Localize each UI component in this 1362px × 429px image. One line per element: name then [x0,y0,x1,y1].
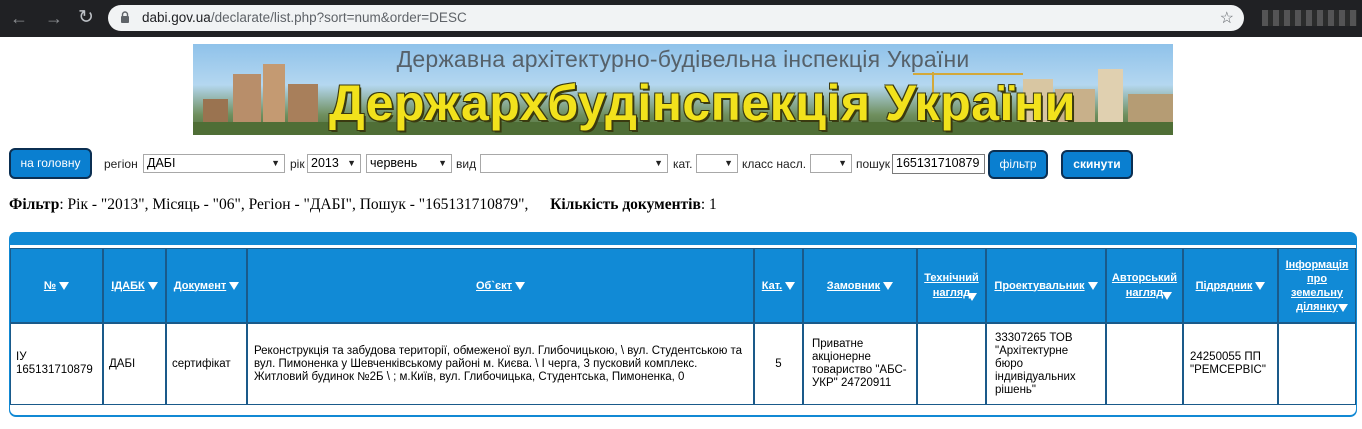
sort-arrow-icon[interactable] [785,281,796,290]
sort-arrow-icon[interactable] [229,281,240,290]
col-header-object[interactable]: Об`єкт [247,248,754,323]
sort-arrow-icon[interactable] [514,281,525,290]
col-header-idabk[interactable]: ІДАБК [103,248,166,323]
region-select-value: ДАБІ [147,156,176,170]
sort-arrow-icon[interactable] [59,281,70,290]
home-button[interactable]: на головну [9,148,92,179]
banner-title: Держархбудінспекція України [329,75,1077,131]
cell-category: 5 [754,323,803,405]
type-select[interactable]: ▼ [480,154,668,173]
cell-land-info [1278,323,1356,405]
type-label: вид [456,157,477,171]
filter-summary-text: : Рік - "2013", Місяць - "06", Регіон - … [59,196,529,213]
url-path: /declarate/list.php?sort=num&order=DESC [210,10,467,25]
sort-arrow-icon[interactable] [967,293,977,301]
col-header-document-label[interactable]: Документ [174,280,226,292]
results-table: № ІДАБК Документ Об`єкт Кат. Замовник Те… [9,232,1357,417]
col-header-customer-label[interactable]: Замовник [827,280,880,292]
sort-arrow-icon[interactable] [147,281,158,290]
url-text: dabi.gov.ua/declarate/list.php?sort=num&… [142,10,467,25]
col-header-customer[interactable]: Замовник [803,248,917,323]
class-label: класс насл. [742,157,807,171]
col-header-tech-supervision[interactable]: Технічний нагляд [917,248,986,323]
col-header-idabk-label[interactable]: ІДАБК [111,280,144,292]
region-label: регіон [104,157,138,171]
col-header-designer-label[interactable]: Проектувальник [994,280,1084,292]
cell-customer: Приватне акціонерне товариство "АБС-УКР"… [803,323,917,405]
cell-idabk: ДАБІ [103,323,166,405]
forward-arrow-icon[interactable]: → [45,9,63,27]
reload-icon[interactable]: ↻ [78,8,94,27]
cell-author-supervision [1106,323,1183,405]
browser-toolbar: ← → ↻ dabi.gov.ua/declarate/list.php?sor… [0,0,1362,37]
year-select[interactable]: 2013 ▼ [307,154,361,173]
month-select[interactable]: червень ▼ [366,154,452,173]
cell-object: Реконструкція та забудова території, обм… [247,323,754,405]
filter-summary: Фільтр: Рік - "2013", Місяць - "06", Рег… [9,196,717,214]
sort-arrow-icon[interactable] [1338,304,1348,312]
col-header-contractor-label[interactable]: Підрядник [1196,280,1253,292]
cell-tech-supervision [917,323,986,405]
chevron-down-icon: ▼ [438,158,447,168]
cell-contractor: 24250055 ПП "РЕМСЕРВІС" [1183,323,1278,405]
reset-button[interactable]: скинути [1061,150,1133,179]
banner-subtitle: Державна архітектурно-будівельна інспекц… [396,46,970,72]
category-select[interactable]: ▼ [696,154,738,173]
col-header-contractor[interactable]: Підрядник [1183,248,1278,323]
site-banner: Державна архітектурно-будівельна інспекц… [193,44,1173,135]
col-header-author-supervision[interactable]: Авторський нагляд [1106,248,1183,323]
col-header-object-label[interactable]: Об`єкт [476,280,512,292]
sort-arrow-icon[interactable] [1087,281,1098,290]
sort-arrow-icon[interactable] [883,281,894,290]
filter-summary-key: Фільтр [9,196,60,213]
col-header-category[interactable]: Кат. [754,248,803,323]
cell-num: ІУ 165131710879 [10,323,103,405]
col-header-designer[interactable]: Проектувальник [986,248,1106,323]
year-label: рік [290,157,305,171]
search-label: пошук [856,157,891,171]
cell-document: сертифікат [166,323,247,405]
chevron-down-icon: ▼ [347,158,356,168]
region-select[interactable]: ДАБІ ▼ [143,154,285,173]
class-select[interactable]: ▼ [810,154,852,173]
filter-button[interactable]: фільтр [988,150,1048,179]
chevron-down-icon: ▼ [724,158,733,168]
col-header-num[interactable]: № [10,248,103,323]
search-input[interactable]: 165131710879 [892,154,985,174]
col-header-land-info[interactable]: Інформація про земельну ділянку [1278,248,1356,323]
extension-icons[interactable] [1262,10,1357,26]
document-count-key: Кількість документів [550,196,701,213]
lock-icon [121,11,129,23]
col-header-category-label[interactable]: Кат. [762,280,782,292]
chevron-down-icon: ▼ [838,158,847,168]
back-arrow-icon[interactable]: ← [10,9,28,27]
sort-arrow-icon[interactable] [1162,292,1172,300]
category-label: кат. [673,157,693,171]
document-count-text: : 1 [700,196,717,213]
url-host: dabi.gov.ua [142,10,211,25]
address-bar[interactable]: dabi.gov.ua/declarate/list.php?sort=num&… [108,5,1244,31]
sort-arrow-icon[interactable] [1255,281,1266,290]
chevron-down-icon: ▼ [654,158,663,168]
chevron-down-icon: ▼ [271,158,280,168]
year-select-value: 2013 [311,156,339,170]
col-header-document[interactable]: Документ [166,248,247,323]
bookmark-star-icon[interactable]: ☆ [1220,8,1234,28]
cell-designer: 33307265 ТОВ "Архітектурне бюро індивіду… [986,323,1106,405]
col-header-num-label[interactable]: № [44,280,56,292]
month-select-value: червень [370,156,418,170]
